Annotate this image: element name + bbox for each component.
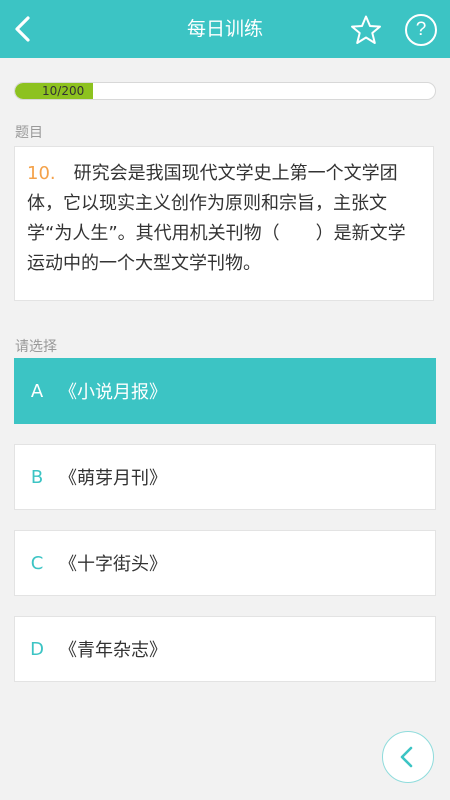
page-title: 每日训练 — [186, 18, 263, 40]
option-text: 《十字街头》 — [59, 554, 167, 575]
progress-bar: 10/200 — [14, 82, 436, 100]
top-bar: 每日训练 ? — [0, 0, 450, 58]
option-b[interactable]: B 《萌芽月刊》 — [14, 444, 436, 510]
option-a[interactable]: A 《小说月报》 — [14, 358, 436, 424]
favorite-button[interactable] — [350, 14, 382, 46]
options-section-label: 请选择 — [15, 339, 57, 355]
question-body: 研究会是我国现代文学史上第一个文学团体，它以现实主义创作为原则和宗旨，主张文学“… — [27, 163, 406, 274]
floating-back-button[interactable] — [382, 731, 434, 783]
option-c[interactable]: C 《十字街头》 — [14, 530, 436, 596]
option-letter: B — [30, 466, 44, 488]
question-circle-icon: ? — [415, 19, 427, 40]
question-section-label: 题目 — [15, 125, 43, 141]
star-outline-icon — [351, 15, 381, 44]
option-text: 《小说月报》 — [59, 382, 167, 403]
option-d[interactable]: D 《青年杂志》 — [14, 616, 436, 682]
option-text: 《萌芽月刊》 — [59, 468, 167, 489]
option-letter: D — [30, 638, 44, 660]
chevron-left-icon — [400, 746, 413, 768]
option-letter: C — [30, 552, 44, 574]
question-text: 10. 研究会是我国现代文学史上第一个文学团体，它以现实主义创作为原则和宗旨，主张… — [27, 159, 421, 279]
progress-text: 10/200 — [42, 84, 85, 98]
option-letter: A — [30, 380, 44, 402]
option-text: 《青年杂志》 — [59, 640, 167, 661]
question-number: 10. — [27, 163, 56, 184]
question-card: 10. 研究会是我国现代文学史上第一个文学团体，它以现实主义创作为原则和宗旨，主张… — [14, 146, 434, 301]
help-button[interactable]: ? — [405, 14, 437, 46]
